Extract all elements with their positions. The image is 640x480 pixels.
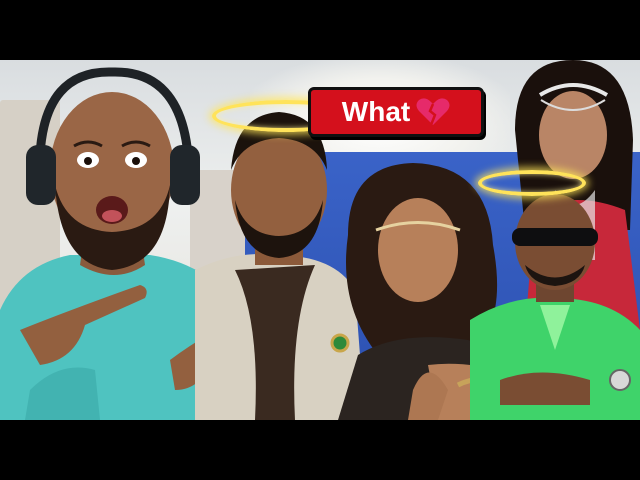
thumbnail: What [0, 0, 640, 480]
halo-right [478, 170, 586, 196]
broken-heart-icon [416, 98, 450, 126]
man-green-suit [470, 194, 640, 420]
caption-badge: What [308, 87, 484, 137]
caption-text: What [341, 96, 411, 127]
